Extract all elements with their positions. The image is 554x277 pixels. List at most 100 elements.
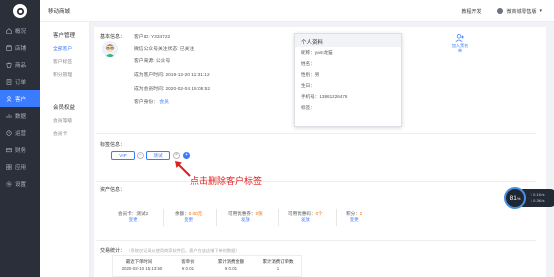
help-link[interactable]: 教程开发 [461, 8, 481, 15]
sidebar-item-label: 数据 [15, 113, 27, 120]
asset-code-value: 0个 [315, 211, 323, 216]
submenu-item-member-levels[interactable]: 会员等级 [40, 114, 89, 127]
operation-icon [6, 129, 12, 136]
profile-name: 姓名： [301, 60, 315, 66]
asset-member-card: 会员卡：测试2 变更 [118, 211, 148, 223]
section-divider [96, 240, 536, 241]
profile-gender: 性别：男 [301, 71, 320, 77]
section-divider [96, 133, 536, 134]
order-icon [6, 78, 12, 85]
trade-stats-title: 交易统计： [100, 248, 126, 254]
upload-speed: 0.1K/s [533, 192, 545, 197]
sidebar-item-settings[interactable]: 设置 [0, 175, 40, 192]
become-customer-time: 成为客户时间: 2019-12-20 11:31:12 [134, 73, 210, 78]
top-bar: 移动商城 教程开发 微商城零售版 ▾ [40, 0, 554, 22]
sidebar-item-label: 运营 [15, 130, 27, 137]
asset-member-card-label: 会员卡： [118, 211, 137, 216]
asset-code-label: 可用优惠码： [288, 211, 316, 216]
app-icon [6, 163, 12, 170]
annotation-text: 点击删除客户标签 [190, 177, 263, 187]
asset-separator [278, 209, 279, 226]
network-speed-widget[interactable]: ↑ 0.1K/s ↓ 0.3K/s 81% [504, 187, 554, 209]
sidebar-item-overview[interactable]: 概况 [0, 22, 40, 39]
asset-points-value: 2 [359, 211, 363, 216]
tag-chip-test[interactable]: 测试 [146, 151, 170, 160]
download-speed: 0.3K/s [533, 198, 545, 203]
sidebar-item-apps[interactable]: 应用 [0, 158, 40, 175]
sidebar-item-store[interactable]: 店铺 [0, 39, 40, 56]
submenu-item-member-card[interactable]: 会员卡 [40, 127, 89, 140]
add-tag-button[interactable]: + [183, 152, 190, 159]
sidebar-item-customers[interactable]: 客户 [0, 90, 40, 107]
trade-total-amount-value: ¥ 0.01 [224, 266, 238, 271]
basic-info-label: 基本信息： [100, 34, 126, 40]
submenu-item-all-customers[interactable]: 全部客户 [40, 42, 89, 55]
sidebar-item-goods[interactable]: 商品 [0, 56, 40, 73]
sidebar-item-operation[interactable]: 运营 [0, 124, 40, 141]
asset-coupon: 可用优惠券：0张 发放 [228, 211, 263, 223]
trade-col-total-amount: 累计消费金额 [217, 259, 245, 264]
speed-panel: ↑ 0.1K/s ↓ 0.3K/s [522, 189, 554, 207]
asset-separator [216, 209, 217, 226]
upload-arrow-icon: ↑ [530, 192, 532, 197]
identity-label: 客户身份： [134, 100, 158, 105]
trade-stats-label: 交易统计： （系统仅记录从使用商家软件后，客户在该店铺下单的数据） [100, 247, 239, 254]
asset-balance-label: 余额： [175, 211, 189, 216]
points-change-link[interactable]: 变更 [346, 217, 362, 223]
code-issue-link[interactable]: 发放 [288, 217, 323, 223]
sidebar-item-label: 订单 [15, 79, 27, 86]
coupon-issue-link[interactable]: 发放 [228, 217, 263, 223]
profile-tags: 标签： [301, 104, 315, 110]
customer-id: 客户ID: Y334722 [134, 35, 171, 40]
sidebar-item-data[interactable]: 数据 [0, 107, 40, 124]
balance-change-link[interactable]: 变更 [175, 217, 202, 223]
section-divider [96, 181, 536, 182]
trade-col-last-order: 最近下单时间 [125, 259, 153, 264]
customer-source: 客户来源: 公众号 [134, 59, 171, 64]
customer-icon [6, 95, 12, 102]
add-blacklist-label-2: 单 [457, 48, 463, 53]
usage-percent: 81 [509, 194, 517, 202]
tag-vip-remove-button[interactable]: − [137, 152, 144, 159]
data-icon [6, 113, 12, 119]
sidebar-item-label: 设置 [15, 181, 27, 188]
main-sidebar: 概况 店铺 商品 订单 客户 数据 运营 财务 应用 设置 [0, 0, 40, 277]
profile-phone: 手机号：13861226476 [301, 93, 348, 99]
chevron-down-icon: ▾ [539, 8, 542, 14]
sidebar-item-finance[interactable]: 财务 [0, 141, 40, 158]
sidebar-item-label: 财务 [15, 147, 27, 154]
sidebar-item-label: 商品 [15, 62, 27, 69]
usage-unit: % [516, 195, 521, 201]
identity-member-link[interactable]: 会员 [159, 100, 169, 105]
usage-gauge: 81% [504, 187, 526, 209]
member-card-change-link[interactable]: 变更 [118, 217, 148, 223]
minus-icon: − [139, 152, 142, 158]
customer-identity: 客户身份： 会员 [134, 98, 169, 105]
popup-title: 个人资料 [295, 34, 401, 47]
profile-popup: 个人资料 昵称：yam龙猫 姓名： 性别：男 生日： 手机号：138612264… [294, 33, 402, 127]
finance-icon [6, 147, 12, 153]
close-icon: × [175, 152, 178, 158]
trade-avg-price-value: ¥ 0.01 [181, 266, 195, 271]
tag-chip-vip[interactable]: VIP [111, 151, 135, 160]
add-blacklist-button[interactable]: 加入黑名 单 [448, 33, 472, 53]
plus-icon: + [185, 152, 188, 158]
customer-avatar [102, 41, 118, 57]
customer-submenu: 客户管理 全部客户 客户标签 积分管理 会员权益 会员等级 会员卡 [40, 22, 90, 277]
user-name: 微商城零售版 [506, 8, 537, 15]
user-menu[interactable]: 微商城零售版 ▾ [497, 8, 542, 15]
submenu-item-customer-tags[interactable]: 客户标签 [40, 55, 89, 68]
asset-member-card-value: 测试2 [136, 211, 149, 216]
tag-test-remove-button[interactable]: × [173, 152, 180, 159]
asset-coupon-value: 0张 [255, 211, 263, 216]
shop-name: 移动商城 [48, 8, 71, 15]
app-logo[interactable] [0, 0, 40, 22]
asset-coupon-label: 可用优惠券： [228, 211, 256, 216]
download-arrow-icon: ↓ [530, 198, 532, 203]
become-member-time: 成为会员时间: 2020-02-04 15:05:52 [134, 87, 210, 92]
asset-separator [163, 209, 164, 226]
sidebar-item-label: 客户 [15, 96, 27, 103]
sidebar-item-label: 店铺 [15, 45, 27, 52]
submenu-item-points[interactable]: 积分管理 [40, 68, 89, 81]
sidebar-item-orders[interactable]: 订单 [0, 73, 40, 90]
